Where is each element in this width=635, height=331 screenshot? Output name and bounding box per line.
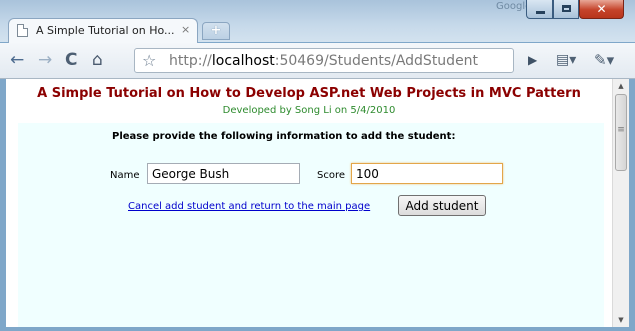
minimize-button[interactable] (526, 0, 553, 19)
window-border-bottom (0, 327, 635, 331)
wrench-icon[interactable]: ✎▾ (594, 51, 614, 69)
url-text[interactable]: http://localhost:50469/Students/AddStude… (169, 53, 478, 69)
browser-toolbar: ← → C ⌂ ☆ http://localhost:50469/Student… (0, 43, 635, 79)
home-icon[interactable]: ⌂ (92, 51, 103, 69)
page-subtitle: Developed by Song Li on 5/4/2010 (222, 105, 396, 116)
page-menu-icon[interactable]: ▤▾ (556, 52, 576, 68)
tab-title: A Simple Tutorial on Ho... (36, 24, 175, 37)
add-student-panel: Please provide the following information… (18, 123, 604, 327)
back-arrow-icon[interactable]: ← (10, 51, 24, 69)
close-icon: ✕ (596, 2, 607, 16)
url-path: :50469/Students/AddStudent (274, 53, 479, 69)
scrollbar-thumb[interactable] (615, 94, 627, 171)
scroll-up-icon[interactable]: ▲ (613, 79, 629, 93)
title-bar: Google ✕ A Simple Tutorial on Ho... × + (0, 0, 635, 44)
maximize-icon (562, 5, 571, 12)
browser-window: Google ✕ A Simple Tutorial on Ho... × + … (0, 0, 635, 331)
page-title: A Simple Tutorial on How to Develop ASP.… (37, 86, 581, 101)
instruction-text: Please provide the following information… (112, 131, 456, 142)
name-input[interactable] (147, 163, 300, 184)
score-label: Score (317, 170, 346, 181)
scroll-down-icon[interactable]: ▼ (613, 313, 629, 327)
plus-icon: + (210, 23, 222, 38)
add-student-button[interactable]: Add student (398, 195, 486, 216)
reload-icon[interactable]: C (65, 51, 77, 69)
browser-tab[interactable]: A Simple Tutorial on Ho... × (8, 18, 198, 44)
maximize-button[interactable] (553, 0, 579, 19)
window-border-right (629, 79, 635, 331)
page-viewport: A Simple Tutorial on How to Develop ASP.… (6, 79, 612, 327)
forward-arrow-icon[interactable]: → (38, 51, 52, 69)
tab-close-icon[interactable]: × (181, 23, 190, 36)
go-icon[interactable]: ▶ (528, 53, 537, 67)
new-tab-button[interactable]: + (202, 22, 230, 40)
score-input[interactable] (351, 163, 503, 184)
url-host: localhost (211, 53, 275, 69)
url-prefix: http:// (169, 53, 212, 69)
address-bar[interactable]: ☆ http://localhost:50469/Students/AddStu… (134, 48, 514, 73)
cancel-link[interactable]: Cancel add student and return to the mai… (128, 201, 370, 212)
name-label: Name (110, 170, 140, 181)
page-icon (17, 24, 28, 37)
vertical-scrollbar[interactable]: ▲ ▼ (612, 79, 629, 327)
close-button[interactable]: ✕ (579, 0, 624, 19)
minimize-icon (536, 11, 545, 14)
star-icon[interactable]: ☆ (142, 51, 156, 70)
